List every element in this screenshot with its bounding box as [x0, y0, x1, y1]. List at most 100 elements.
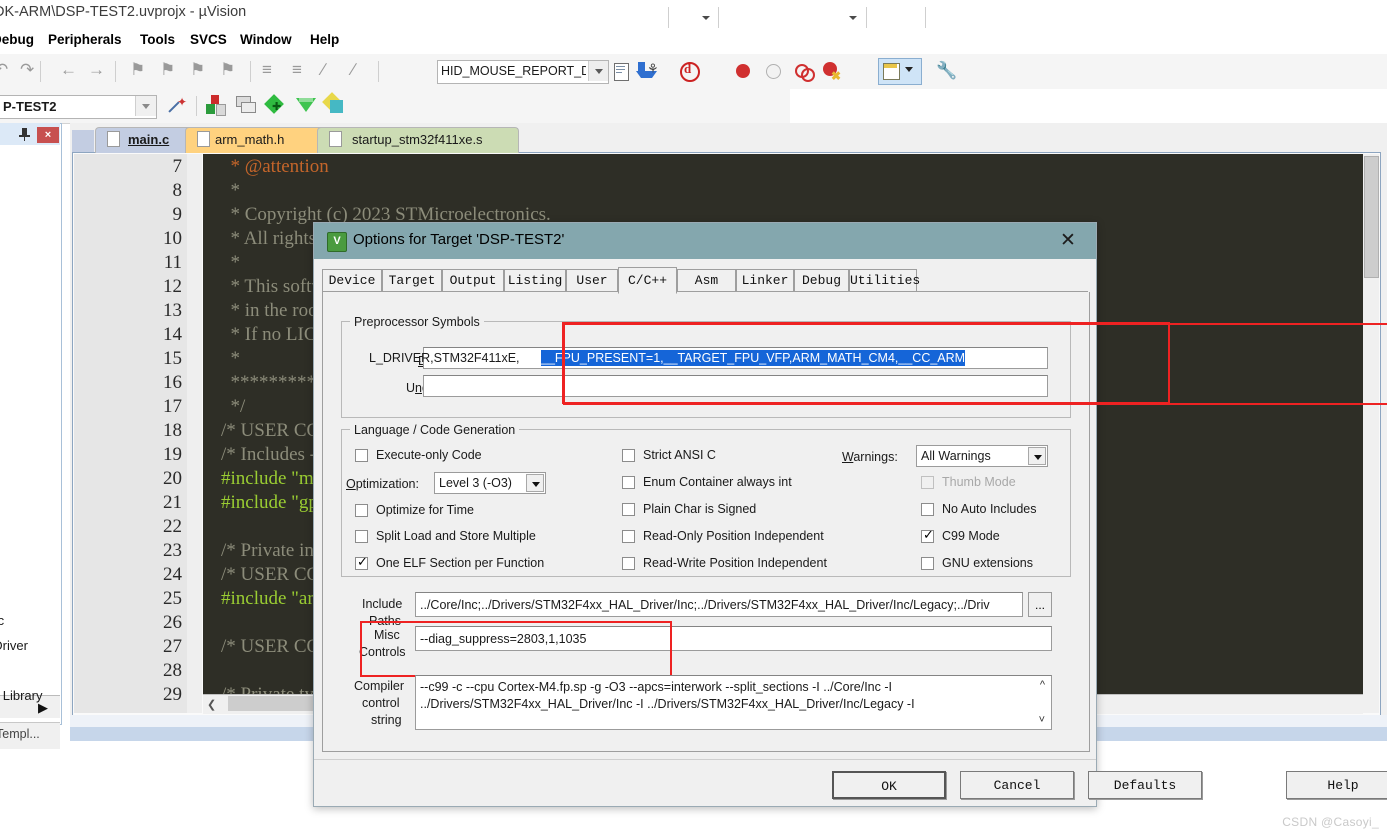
editor-line-number: 19 [163, 444, 182, 465]
include-paths-browse-button[interactable]: ... [1028, 592, 1052, 617]
dialog-tab-listing[interactable]: Listing [504, 269, 566, 292]
include-paths-label-line1: Include [362, 597, 403, 611]
strict-ansi-c-checkbox[interactable] [622, 449, 635, 462]
back-icon[interactable]: ← [60, 59, 77, 80]
scroll-left-arrow-icon[interactable]: ❮ [207, 698, 216, 711]
dialog-tab-output[interactable]: Output [442, 269, 504, 292]
chevron-down-icon[interactable] [849, 16, 857, 20]
menu-item-help[interactable]: Help [310, 32, 339, 47]
define-value-plain: L_DRIVER,STM32F411xE, [369, 351, 520, 365]
split-load-store-checkbox[interactable] [355, 530, 368, 543]
chevron-down-icon[interactable] [702, 16, 710, 20]
check-mark-icon: ✓ [923, 527, 934, 542]
batch-build-icon[interactable] [322, 92, 345, 115]
debug-query-icon[interactable]: d [678, 60, 700, 82]
comment-icon[interactable]: ∕ [322, 59, 325, 80]
menu-item-window[interactable]: Window [240, 32, 292, 47]
close-icon[interactable]: ✕ [1050, 229, 1086, 253]
dialog-cancel-button[interactable]: Cancel [960, 771, 1074, 799]
project-pane-tab-templates[interactable]: Templ... [0, 727, 40, 741]
dialog-ok-button[interactable]: OK [832, 771, 946, 799]
dialog-defaults-button[interactable]: Defaults [1088, 771, 1202, 799]
c99-mode-checkbox[interactable]: ✓ [921, 527, 934, 543]
editor-line-number: 7 [172, 156, 183, 177]
undo-icon[interactable]: ↶ [0, 59, 8, 80]
dialog-tab-c-c++[interactable]: C/C++ [618, 267, 677, 294]
manage-project-items-icon[interactable] [205, 95, 226, 116]
watermark: CSDN @Casoyi_ [1282, 815, 1379, 829]
manage-batch-icon[interactable] [236, 96, 256, 114]
include-paths-input[interactable]: ../Core/Inc;../Drivers/STM32F4xx_HAL_Dri… [415, 592, 1023, 617]
configuration-wizard-icon[interactable]: 🔧 [936, 61, 957, 81]
target-options-magic-wand-icon[interactable]: ✦ [165, 94, 187, 118]
dialog-help-button[interactable]: Help [1286, 771, 1387, 799]
file-selector-combo[interactable]: HID_MOUSE_REPORT_DESC [437, 60, 609, 84]
dialog-tab-target[interactable]: Target [382, 269, 442, 292]
menu-item-tools[interactable]: Tools [140, 32, 175, 47]
chevron-down-icon[interactable] [588, 61, 608, 81]
bookmark-prev-icon[interactable]: ⚑ [160, 59, 175, 80]
plain-char-signed-checkbox[interactable] [622, 503, 635, 516]
execute-only-code-checkbox[interactable] [355, 449, 368, 462]
highlight-define-region-outer [562, 322, 1170, 404]
thumb-mode-label: Thumb Mode [942, 475, 1016, 489]
one-elf-section-checkbox[interactable]: ✓ [355, 555, 368, 570]
no-auto-includes-checkbox[interactable] [921, 503, 934, 516]
rebuild-all-icon[interactable] [296, 96, 316, 116]
disable-all-breakpoints-icon[interactable] [795, 62, 815, 82]
target-selector-combo[interactable]: P-TEST2 [0, 95, 157, 119]
bookmark-next-icon[interactable]: ⚑ [190, 59, 205, 80]
dialog-tab-device[interactable]: Device [322, 269, 382, 292]
project-tree-item[interactable]: _Driver [0, 638, 28, 653]
chevron-down-icon[interactable] [1028, 447, 1046, 465]
bookmark-clear-icon[interactable]: ⚑ [220, 59, 235, 80]
optimize-for-time-checkbox[interactable] [355, 504, 368, 517]
outdent-icon[interactable]: ≡ [292, 59, 302, 80]
warnings-combo[interactable]: All Warnings [916, 445, 1048, 467]
bookmark-toggle-icon[interactable]: ⚑ [130, 59, 145, 80]
compiler-control-label-line3: string [371, 713, 402, 727]
project-tree-item[interactable]: .c [0, 613, 4, 628]
menu-item-debug[interactable]: Debug [0, 32, 34, 47]
editor-vscrollbar-thumb[interactable] [1364, 156, 1379, 278]
chevron-down-icon[interactable] [526, 474, 544, 492]
pin-icon[interactable] [17, 126, 33, 142]
dialog-tab-utilities[interactable]: Utilities [849, 269, 920, 292]
enum-container-checkbox[interactable] [622, 476, 635, 489]
compiler-control-string-textarea[interactable]: --c99 -c --cpu Cortex-M4.fp.sp -g -O3 --… [415, 675, 1052, 730]
build-target-icon[interactable]: ✚ [264, 94, 286, 116]
redo-icon[interactable]: ↷ [20, 59, 34, 80]
dialog-tab-debug[interactable]: Debug [794, 269, 849, 292]
gnu-extensions-checkbox[interactable] [921, 557, 934, 570]
read-only-position-independent-checkbox[interactable] [622, 530, 635, 543]
menu-item-svcs[interactable]: SVCS [190, 32, 227, 47]
disable-breakpoint-icon[interactable] [766, 64, 781, 79]
find-in-files-icon[interactable]: ⚘ [636, 60, 659, 82]
bookmark-list-icon[interactable] [612, 61, 632, 81]
menu-item-peripherals[interactable]: Peripherals [48, 32, 122, 47]
close-icon[interactable]: × [37, 127, 59, 143]
manage-window-toggle[interactable] [878, 58, 922, 85]
insert-breakpoint-icon[interactable] [736, 64, 750, 78]
chevron-down-icon[interactable] [135, 96, 156, 116]
language-code-generation-group-title: Language / Code Generation [350, 423, 520, 437]
dialog-button-row: OK Cancel Defaults Help [314, 763, 1387, 806]
dialog-tab-linker[interactable]: Linker [736, 269, 794, 292]
optimization-combo[interactable]: Level 3 (-O3) [434, 472, 546, 494]
toolbar-separator [250, 61, 251, 82]
editor-line-number: 8 [172, 180, 183, 201]
execute-only-code-label: Execute-only Code [376, 448, 482, 462]
forward-icon[interactable]: → [88, 59, 105, 80]
dialog-tab-user[interactable]: User [566, 269, 618, 292]
project-tree-item[interactable]: SP Library [0, 688, 42, 703]
indent-icon[interactable]: ≡ [262, 59, 272, 80]
uncomment-icon[interactable]: ∕ [352, 59, 355, 80]
editor-line-number: 12 [163, 276, 182, 297]
editor-line-number: 15 [163, 348, 182, 369]
editor-line-number: 17 [163, 396, 182, 417]
read-write-position-independent-checkbox[interactable] [622, 557, 635, 570]
scroll-down-arrow-icon[interactable]: ˅ [1039, 714, 1045, 726]
kill-all-breakpoints-icon[interactable]: ✖ [823, 62, 843, 83]
scroll-up-arrow-icon[interactable]: ^ [1040, 679, 1045, 691]
dialog-tab-asm[interactable]: Asm [677, 269, 736, 292]
